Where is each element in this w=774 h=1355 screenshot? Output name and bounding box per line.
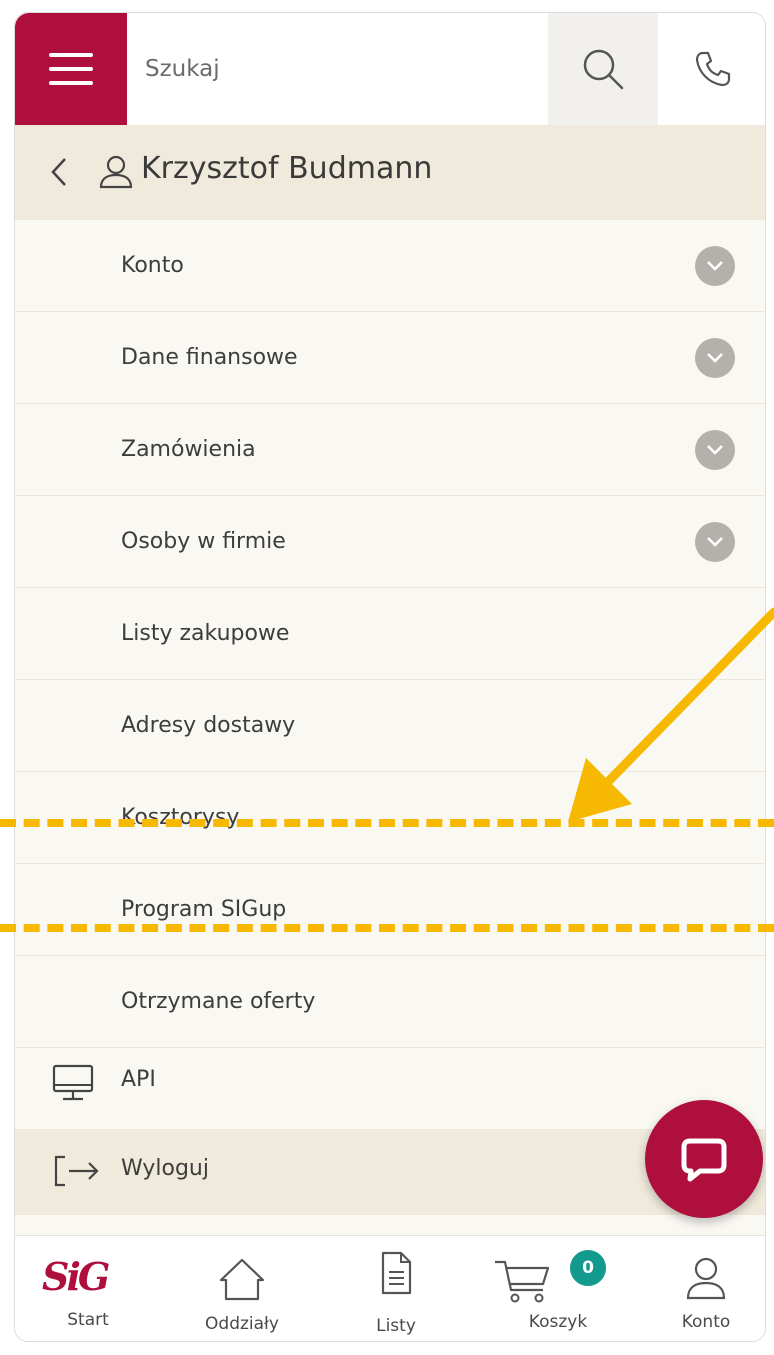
monitor-icon	[52, 1064, 94, 1101]
logout-label: Wyloguj	[121, 1156, 209, 1181]
highlight-dashed-line-bottom	[0, 924, 774, 932]
menu-item-listy-zakupowe[interactable]: Listy zakupowe	[15, 588, 765, 680]
nav-account-label: Konto	[681, 1312, 731, 1332]
hamburger-line	[49, 53, 93, 57]
menu-item-api[interactable]: API	[15, 1037, 765, 1129]
menu-item-zamowienia[interactable]: Zamówienia	[15, 404, 765, 496]
nav-branches[interactable]: Oddziały	[177, 1236, 307, 1341]
menu-item-label: Otrzymane oferty	[121, 989, 316, 1014]
menu-item-label: Zamówienia	[121, 437, 256, 462]
bottom-navigation: SiG Start Oddziały Listy 0 Koszyk Konto	[15, 1235, 765, 1341]
user-icon	[99, 155, 133, 189]
nav-start[interactable]: SiG Start	[23, 1236, 153, 1341]
sig-logo-icon: SiG	[42, 1256, 112, 1296]
app-frame: Krzysztof Budmann Konto Dane finansowe Z…	[14, 12, 766, 1342]
menu-item-label: Adresy dostawy	[121, 713, 296, 738]
search-icon	[583, 49, 624, 90]
nav-cart-label: Koszyk	[528, 1312, 588, 1332]
menu-item-label: Osoby w firmie	[121, 529, 286, 554]
nav-account[interactable]: Konto	[641, 1236, 765, 1341]
svg-text:SiG: SiG	[42, 1256, 109, 1296]
cart-count-badge: 0	[568, 1248, 608, 1288]
nav-lists[interactable]: Listy	[331, 1236, 461, 1341]
chat-button[interactable]	[645, 1100, 763, 1218]
menu-item-program-sigup[interactable]: Program SIGup	[15, 864, 765, 956]
menu-item-osoby-w-firmie[interactable]: Osoby w firmie	[15, 496, 765, 588]
highlight-dashed-line-top	[0, 819, 774, 827]
chevron-down-icon[interactable]	[695, 522, 735, 562]
nav-branches-label: Oddziały	[205, 1314, 279, 1334]
nav-start-label: Start	[67, 1310, 109, 1330]
menu-item-label: API	[121, 1067, 156, 1092]
menu-item-label: Listy zakupowe	[121, 621, 290, 646]
chevron-down-icon[interactable]	[695, 430, 735, 470]
nav-lists-label: Listy	[376, 1316, 416, 1336]
user-icon	[686, 1257, 726, 1300]
menu-item-otrzymane-oferty[interactable]: Otrzymane oferty	[15, 956, 765, 1048]
user-header[interactable]: Krzysztof Budmann	[15, 125, 765, 220]
menu-item-label: Program SIGup	[121, 897, 287, 922]
document-icon	[381, 1251, 412, 1295]
menu-item-adresy-dostawy[interactable]: Adresy dostawy	[15, 680, 765, 772]
search-input[interactable]	[145, 41, 525, 97]
top-bar	[15, 13, 765, 125]
home-icon	[219, 1258, 265, 1301]
phone-icon	[695, 51, 730, 87]
hamburger-line	[49, 67, 93, 71]
hamburger-menu-button[interactable]	[15, 13, 127, 125]
chat-icon	[681, 1138, 727, 1182]
menu-item-label: Dane finansowe	[121, 345, 298, 370]
phone-button[interactable]	[658, 13, 765, 125]
menu-item-dane-finansowe[interactable]: Dane finansowe	[15, 312, 765, 404]
search-button[interactable]	[548, 13, 658, 125]
hamburger-line	[49, 81, 93, 85]
logout-icon	[54, 1155, 99, 1187]
menu-item-kosztorysy[interactable]: Kosztorysy	[15, 772, 765, 864]
nav-cart[interactable]: 0 Koszyk	[493, 1236, 623, 1341]
chevron-left-icon[interactable]	[49, 155, 69, 189]
chevron-down-icon[interactable]	[695, 246, 735, 286]
cart-icon	[495, 1260, 550, 1303]
user-name: Krzysztof Budmann	[141, 151, 433, 186]
chevron-down-icon[interactable]	[695, 338, 735, 378]
menu-item-konto[interactable]: Konto	[15, 220, 765, 312]
menu-item-label: Konto	[121, 253, 184, 278]
